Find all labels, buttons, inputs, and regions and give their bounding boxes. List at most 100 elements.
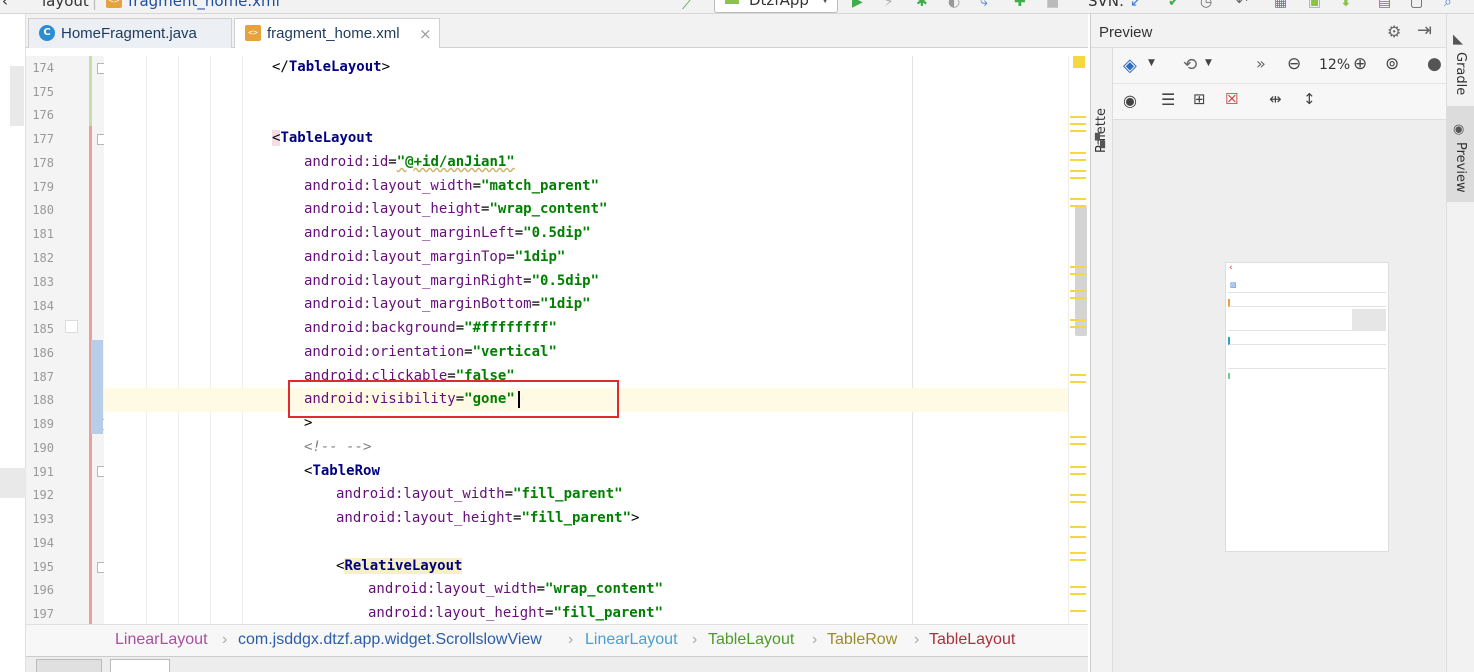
warning-mark[interactable] <box>1070 290 1086 292</box>
breadcrumb-item[interactable]: TableRow <box>827 631 897 649</box>
gradle-tab[interactable]: Gradle <box>1453 52 1468 95</box>
warning-mark[interactable] <box>1070 198 1086 200</box>
zoom-to-fit-icon[interactable]: ⊚ <box>1385 54 1399 74</box>
hide-panel-icon[interactable]: ⇥ <box>1417 20 1432 41</box>
warning-mark[interactable] <box>1070 273 1086 275</box>
warning-mark[interactable] <box>1070 552 1086 554</box>
avd-manager-icon[interactable]: ▣ <box>1308 0 1324 10</box>
fold-marker-icon[interactable] <box>97 63 104 74</box>
vcs-changed-marker[interactable] <box>91 340 103 434</box>
close-icon[interactable]: × <box>419 25 432 43</box>
attach-debugger-icon[interactable]: ◐ <box>948 0 964 10</box>
layout-grid-icon[interactable]: ☰ <box>1161 90 1175 109</box>
zoom-out-icon[interactable]: ⊖ <box>1287 54 1301 74</box>
tab-home-fragment[interactable]: C HomeFragment.java <box>28 18 232 48</box>
warning-mark[interactable] <box>1070 123 1086 125</box>
preview-tab[interactable]: Preview <box>1453 142 1468 193</box>
warning-mark[interactable] <box>1070 536 1086 538</box>
profile-icon[interactable]: ⤷ <box>980 0 996 10</box>
warning-mark[interactable] <box>1070 443 1086 445</box>
device-file-icon[interactable]: ▢ <box>1410 0 1426 10</box>
code-editor[interactable]: </TableLayout> <TableLayout android:id="… <box>104 56 1068 624</box>
warning-mark[interactable] <box>1070 501 1086 503</box>
line-number: 180 <box>32 203 54 217</box>
editor-scrollbar[interactable] <box>1068 56 1088 624</box>
overflow-chevron-icon[interactable]: » <box>1256 54 1266 73</box>
warning-mark[interactable] <box>1070 177 1086 179</box>
warning-mark[interactable] <box>1070 381 1086 383</box>
gradle-icon[interactable]: ◣ <box>1453 32 1463 47</box>
warning-mark[interactable] <box>1070 610 1086 612</box>
apply-changes-icon[interactable]: ⚡ <box>884 0 900 10</box>
history-icon[interactable]: ◷ <box>1200 0 1216 10</box>
breadcrumb-item[interactable]: TableLayout <box>929 631 1015 649</box>
warning-mark[interactable] <box>1070 586 1086 588</box>
warning-mark[interactable] <box>1070 559 1086 561</box>
warning-mark[interactable] <box>1070 152 1086 154</box>
breadcrumb-item[interactable]: com.jsddgx.dtzf.app.widget.ScrollslowVie… <box>238 631 542 649</box>
stop-icon[interactable]: ■ <box>1046 0 1062 10</box>
color-swatch-icon[interactable] <box>65 320 78 333</box>
baseline-icon[interactable]: ⊞ <box>1193 90 1206 108</box>
xml-value: "fill_parent" <box>553 605 664 621</box>
rotate-icon[interactable]: ⟲ <box>1183 55 1197 75</box>
palette-icon[interactable]: ▚ <box>1095 134 1105 149</box>
breadcrumb-item[interactable]: TableLayout <box>708 631 794 649</box>
warning-mark[interactable] <box>1070 159 1086 161</box>
xml-attribute: android:layout_width <box>336 486 505 502</box>
warning-mark[interactable] <box>1070 473 1086 475</box>
sdk-manager-icon[interactable]: ⬇ <box>1340 0 1356 10</box>
layout-inspector-icon[interactable]: ▤ <box>1378 0 1394 10</box>
search-everywhere-icon[interactable]: ⌕ <box>1444 0 1460 10</box>
warning-mark[interactable] <box>1070 266 1086 268</box>
gear-icon[interactable]: ⚙ <box>1387 22 1401 41</box>
project-panel-edge[interactable] <box>10 66 24 126</box>
warning-mark[interactable] <box>1070 494 1086 496</box>
svn-update-icon[interactable]: ↙ <box>1130 0 1146 10</box>
fold-marker-icon[interactable] <box>97 562 104 573</box>
warning-mark[interactable] <box>1070 436 1086 438</box>
breadcrumb-layout[interactable]: layout <box>42 0 89 10</box>
scroll-thumb[interactable] <box>1075 206 1087 336</box>
warning-mark[interactable] <box>1070 319 1086 321</box>
nav-back-arrow-icon[interactable]: ‹ <box>2 0 8 10</box>
run-config-dropdown[interactable]: DtzfApp ▼ <box>714 0 838 13</box>
pack-horizontal-icon[interactable]: ⇹ <box>1269 90 1282 108</box>
warning-icon[interactable]: ● <box>1427 54 1442 74</box>
preview-canvas[interactable]: ‹ ▨ <box>1113 120 1447 672</box>
zoom-in-icon[interactable]: ⊕ <box>1353 54 1367 74</box>
warning-mark[interactable] <box>1070 526 1086 528</box>
warning-mark[interactable] <box>1070 466 1086 468</box>
breadcrumb-item[interactable]: LinearLayout <box>115 631 208 649</box>
tab-text[interactable] <box>110 659 170 672</box>
warning-mark[interactable] <box>1070 116 1086 118</box>
fold-marker-icon[interactable] <box>97 466 104 477</box>
warning-mark[interactable] <box>1070 130 1086 132</box>
svn-commit-icon[interactable]: ✔ <box>1168 0 1184 10</box>
tab-design[interactable] <box>36 659 102 672</box>
warning-mark[interactable] <box>1070 593 1086 595</box>
vcs-added-marker[interactable] <box>89 56 92 126</box>
coverage-icon[interactable]: ✚ <box>1014 0 1030 10</box>
warning-mark[interactable] <box>1070 374 1086 376</box>
clear-constraints-icon[interactable]: ☒ <box>1225 90 1238 108</box>
pack-vertical-icon[interactable]: ↕ <box>1303 90 1316 108</box>
tab-fragment-home-xml[interactable]: <> fragment_home.xml × <box>234 18 440 48</box>
warning-mark[interactable] <box>1070 297 1086 299</box>
project-structure-icon[interactable]: ▦ <box>1274 0 1290 10</box>
eye-icon[interactable]: ◉ <box>1123 91 1137 110</box>
layers-icon[interactable]: ◈ <box>1123 55 1137 76</box>
project-scroll-edge[interactable] <box>0 468 26 498</box>
fold-marker-icon[interactable] <box>97 134 104 145</box>
breadcrumb-file[interactable]: fragment_home.xml <box>128 0 280 10</box>
debug-icon[interactable]: ✱ <box>916 0 932 10</box>
eye-icon[interactable]: ◉ <box>1453 122 1464 137</box>
warning-mark[interactable] <box>1070 326 1086 328</box>
warning-mark[interactable] <box>1070 205 1086 207</box>
run-icon[interactable]: ▶ <box>852 0 868 10</box>
revert-icon[interactable]: ↶ <box>1236 0 1252 10</box>
inspection-status-icon[interactable] <box>1073 56 1085 68</box>
warning-mark[interactable] <box>1070 170 1086 172</box>
breadcrumb-item[interactable]: LinearLayout <box>585 631 678 649</box>
hammer-icon[interactable]: ⟋ <box>682 0 698 13</box>
